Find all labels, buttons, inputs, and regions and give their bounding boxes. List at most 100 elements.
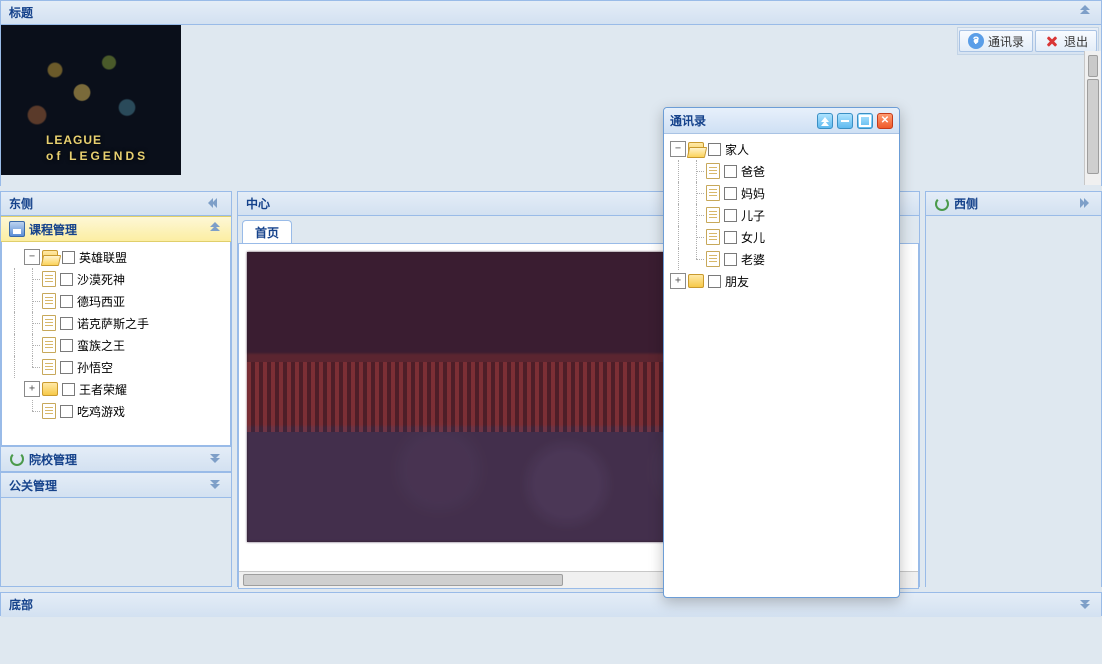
banner-of: of	[46, 149, 63, 163]
tree-label: 王者荣耀	[79, 381, 127, 398]
tree-node-hok[interactable]: + 王者荣耀	[2, 378, 230, 400]
folder-open-icon	[42, 250, 58, 264]
accordion-pr-expand-icon[interactable]	[208, 478, 223, 493]
tree-node-leaf[interactable]: 妈妈	[666, 182, 897, 204]
document-icon	[42, 337, 56, 353]
checkbox[interactable]	[708, 143, 721, 156]
exit-button-label: 退出	[1064, 33, 1088, 50]
checkbox[interactable]	[60, 273, 73, 286]
contacts-window-title: 通讯录	[670, 112, 706, 129]
tree-label: 妈妈	[741, 185, 765, 202]
contacts-window: 通讯录 − 家人 爸爸	[663, 107, 900, 598]
document-icon	[706, 229, 720, 245]
contacts-tree: − 家人 爸爸 妈妈	[666, 138, 897, 292]
tree-label: 家人	[725, 141, 749, 158]
east-panel-body	[926, 216, 1101, 587]
document-icon	[42, 403, 56, 419]
bottom-panel-header: 底部	[1, 593, 1101, 617]
collapse-west-icon[interactable]	[208, 196, 223, 211]
banner-text: LEAGUE of LEGENDS	[46, 133, 148, 163]
tree-label: 沙漠死神	[77, 271, 125, 288]
tree-node-leaf[interactable]: 沙漠死神	[2, 268, 230, 290]
top-panel-body: LEAGUE of LEGENDS 通讯录 退出	[1, 25, 1101, 186]
checkbox[interactable]	[60, 405, 73, 418]
tree-label: 吃鸡游戏	[77, 403, 125, 420]
tab-home-label: 首页	[255, 226, 279, 240]
collapse-top-icon[interactable]	[1078, 5, 1093, 20]
checkbox[interactable]	[724, 209, 737, 222]
checkbox[interactable]	[724, 187, 737, 200]
tree-node-leaf[interactable]: 老婆	[666, 248, 897, 270]
contacts-window-header[interactable]: 通讯录	[664, 108, 899, 134]
help-icon	[968, 33, 984, 49]
checkbox[interactable]	[708, 275, 721, 288]
disk-icon	[9, 221, 25, 237]
banner-image: LEAGUE of LEGENDS	[1, 25, 181, 175]
document-icon	[706, 251, 720, 267]
window-collapse-button[interactable]	[817, 113, 833, 129]
refresh-icon	[934, 196, 950, 212]
accordion-school-expand-icon[interactable]	[208, 452, 223, 467]
window-close-button[interactable]	[877, 113, 893, 129]
tree-node-leaf[interactable]: 诺克萨斯之手	[2, 312, 230, 334]
checkbox[interactable]	[724, 165, 737, 178]
accordion-course-collapse-icon[interactable]	[208, 222, 223, 237]
tree-node-leaf[interactable]: 德玛西亚	[2, 290, 230, 312]
top-toolbar: 通讯录 退出	[957, 27, 1099, 55]
top-scrollbar[interactable]	[1084, 51, 1101, 185]
document-icon	[706, 185, 720, 201]
checkbox[interactable]	[724, 231, 737, 244]
checkbox[interactable]	[724, 253, 737, 266]
tree-node-leaf[interactable]: 女儿	[666, 226, 897, 248]
tree-node-friends[interactable]: + 朋友	[666, 270, 897, 292]
top-panel: 标题 LEAGUE of LEGENDS 通讯录 退出	[0, 0, 1102, 186]
contacts-button[interactable]: 通讯录	[959, 30, 1033, 52]
tree-node-leaf[interactable]: 蛮族之王	[2, 334, 230, 356]
expand-toggle[interactable]: +	[670, 273, 686, 289]
close-icon	[1044, 33, 1060, 49]
tree-label: 儿子	[741, 207, 765, 224]
accordion-pr-label: 公关管理	[9, 477, 57, 494]
tab-home[interactable]: 首页	[242, 220, 292, 243]
tree-node-leaf[interactable]: 孙悟空	[2, 356, 230, 378]
exit-button[interactable]: 退出	[1035, 30, 1097, 52]
checkbox[interactable]	[60, 317, 73, 330]
top-panel-header: 标题	[1, 1, 1101, 25]
banner-line1: LEAGUE	[46, 133, 102, 147]
accordion-course-header[interactable]: 课程管理	[1, 216, 231, 242]
tree-node-lol[interactable]: − 英雄联盟	[2, 246, 230, 268]
expand-bottom-icon[interactable]	[1078, 598, 1093, 613]
tree-node-leaf[interactable]: 儿子	[666, 204, 897, 226]
contacts-window-tools	[817, 113, 893, 129]
document-icon	[42, 271, 56, 287]
tree-node-pubg[interactable]: 吃鸡游戏	[2, 400, 230, 422]
tree-node-leaf[interactable]: 爸爸	[666, 160, 897, 182]
accordion-pr-header[interactable]: 公关管理	[1, 472, 231, 498]
window-minimize-button[interactable]	[837, 113, 853, 129]
expand-toggle[interactable]: −	[670, 141, 686, 157]
tree-label: 英雄联盟	[79, 249, 127, 266]
west-panel-header: 东侧	[1, 192, 231, 216]
tree-node-family[interactable]: − 家人	[666, 138, 897, 160]
checkbox[interactable]	[62, 383, 75, 396]
accordion-course: 课程管理 − 英雄联盟	[1, 216, 231, 446]
checkbox[interactable]	[60, 295, 73, 308]
banner-line2: LEGENDS	[69, 149, 148, 163]
window-maximize-button[interactable]	[857, 113, 873, 129]
tree-label: 女儿	[741, 229, 765, 246]
accordion-school-header[interactable]: 院校管理	[1, 446, 231, 472]
folder-icon	[688, 274, 704, 288]
expand-toggle[interactable]: −	[24, 249, 40, 265]
accordion-pr: 公关管理	[1, 472, 231, 498]
expand-toggle[interactable]: +	[24, 381, 40, 397]
collapse-east-icon[interactable]	[1078, 196, 1093, 211]
tree-label: 朋友	[725, 273, 749, 290]
checkbox[interactable]	[62, 251, 75, 264]
checkbox[interactable]	[60, 361, 73, 374]
west-panel-body: 课程管理 − 英雄联盟	[1, 216, 231, 498]
top-panel-title: 标题	[9, 5, 33, 21]
checkbox[interactable]	[60, 339, 73, 352]
tree-label: 爸爸	[741, 163, 765, 180]
accordion-school-label: 院校管理	[29, 451, 77, 468]
bottom-panel-title: 底部	[9, 597, 33, 613]
